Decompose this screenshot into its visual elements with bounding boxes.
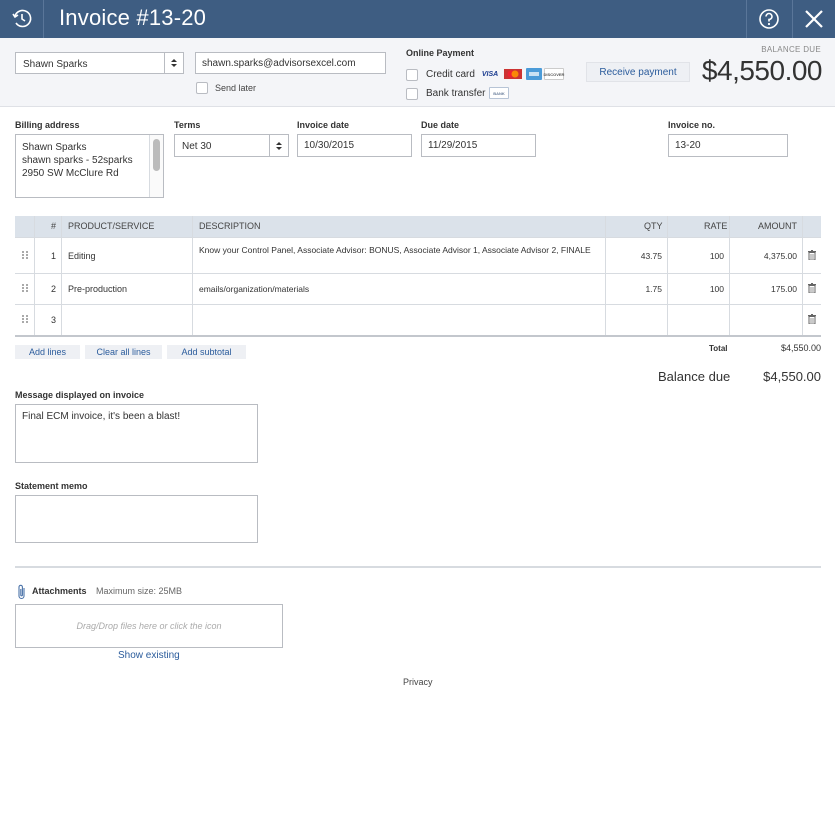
- send-later-label: Send later: [215, 83, 257, 93]
- show-existing-link[interactable]: Show existing: [118, 650, 180, 661]
- bank-transfer-checkbox[interactable]: [406, 88, 418, 100]
- history-clock-icon: [11, 9, 31, 28]
- address-scrollbar[interactable]: [149, 135, 163, 197]
- row-rate[interactable]: 100: [673, 251, 724, 261]
- row-product[interactable]: Pre-production: [68, 284, 127, 294]
- drag-handle-icon[interactable]: [22, 251, 29, 260]
- help-icon: [759, 9, 779, 29]
- address-line: Shawn Sparks: [22, 142, 87, 153]
- customer-select-arrow-icon[interactable]: [164, 53, 183, 73]
- statement-memo-label: Statement memo: [15, 481, 88, 491]
- drag-handle-icon[interactable]: [22, 315, 29, 324]
- close-icon: [805, 10, 823, 28]
- row-number: 1: [51, 251, 57, 261]
- visa-card-icon: VISA: [481, 70, 499, 78]
- balance-due-label: BALANCE DUE: [761, 45, 821, 54]
- attachments-label: Attachments: [32, 586, 87, 596]
- row-rate[interactable]: 100: [673, 284, 724, 294]
- balance-due-summary-label: Balance due: [658, 369, 731, 384]
- invoice-message-label: Message displayed on invoice: [15, 390, 145, 400]
- title-bar: Invoice #13-20: [0, 0, 835, 38]
- attachments-max-size: Maximum size: 25MB: [96, 586, 183, 596]
- delete-row-icon[interactable]: [808, 314, 816, 324]
- paperclip-icon[interactable]: [17, 584, 27, 600]
- row-description[interactable]: Know your Control Panel, Associate Advis…: [199, 244, 599, 256]
- invoice-no-field[interactable]: 13-20: [668, 134, 788, 157]
- col-rate-header: RATE: [704, 221, 728, 231]
- statement-memo-field[interactable]: [15, 495, 258, 543]
- row-description[interactable]: emails/organization/materials: [199, 284, 309, 294]
- credit-card-label: Credit card: [426, 69, 475, 80]
- customer-select[interactable]: Shawn Sparks: [15, 52, 184, 74]
- drag-handle-icon[interactable]: [22, 284, 29, 293]
- amex-card-icon: [526, 68, 542, 80]
- invoice-date-label: Invoice date: [297, 120, 350, 130]
- bank-transfer-label: Bank transfer: [426, 88, 486, 99]
- discover-card-icon: DISCOVER: [544, 68, 564, 80]
- row-qty[interactable]: 43.75: [611, 251, 662, 261]
- billing-address-label: Billing address: [15, 120, 80, 130]
- row-amount[interactable]: 175.00: [735, 284, 797, 294]
- invoice-no-label: Invoice no.: [668, 120, 716, 130]
- online-payment-label: Online Payment: [406, 48, 475, 58]
- terms-value: Net 30: [182, 141, 212, 152]
- invoice-message-field[interactable]: Final ECM invoice, it's been a blast!: [15, 404, 258, 463]
- row-number: 2: [51, 284, 57, 294]
- delete-row-icon[interactable]: [808, 283, 816, 293]
- close-button[interactable]: [792, 0, 835, 38]
- window-title: Invoice #13-20: [59, 5, 207, 30]
- terms-label: Terms: [174, 120, 201, 130]
- add-lines-button[interactable]: Add lines: [15, 345, 80, 359]
- due-date-field[interactable]: 11/29/2015: [421, 134, 536, 157]
- delete-row-icon[interactable]: [808, 250, 816, 260]
- terms-select[interactable]: Net 30: [174, 134, 289, 157]
- row-product[interactable]: Editing: [68, 251, 96, 261]
- mastercard-icon: [503, 68, 523, 80]
- total-label: Total: [709, 344, 728, 353]
- row-qty[interactable]: 1.75: [611, 284, 662, 294]
- address-line: shawn sparks - 52sparks: [22, 155, 133, 166]
- row-number: 3: [51, 315, 57, 325]
- billing-address-field[interactable]: Shawn Sparks shawn sparks - 52sparks 295…: [15, 134, 164, 198]
- balance-due-amount: $4,550.00: [701, 55, 823, 86]
- terms-select-arrow-icon[interactable]: [269, 135, 288, 156]
- customer-email-field[interactable]: shawn.sparks@advisorsexcel.com: [195, 52, 386, 74]
- send-later-checkbox[interactable]: [196, 82, 208, 94]
- add-subtotal-button[interactable]: Add subtotal: [167, 345, 246, 359]
- balance-due-summary-value: $4,550.00: [763, 369, 821, 384]
- attachment-dropzone[interactable]: Drag/Drop files here or click the icon: [15, 604, 283, 648]
- total-value: $4,550.00: [780, 343, 821, 353]
- bank-icon: BANK: [489, 87, 509, 99]
- section-divider: [15, 566, 821, 568]
- credit-card-checkbox[interactable]: [406, 69, 418, 81]
- recent-transactions-button[interactable]: [0, 0, 44, 38]
- receive-payment-button[interactable]: Receive payment: [586, 62, 690, 82]
- col-num-header: #: [51, 221, 57, 231]
- col-product-header: PRODUCT/SERVICE: [68, 221, 155, 231]
- customer-value: Shawn Sparks: [23, 59, 88, 70]
- help-button[interactable]: [746, 0, 791, 38]
- due-date-label: Due date: [421, 120, 460, 130]
- clear-all-lines-button[interactable]: Clear all lines: [85, 345, 162, 359]
- col-amount-header: AMOUNT: [758, 221, 797, 231]
- address-line: 2950 SW McClure Rd: [22, 168, 119, 179]
- privacy-link[interactable]: Privacy: [403, 677, 433, 687]
- col-qty-header: QTY: [644, 221, 663, 231]
- invoice-date-field[interactable]: 10/30/2015: [297, 134, 412, 157]
- row-amount[interactable]: 4,375.00: [735, 251, 797, 261]
- col-description-header: DESCRIPTION: [199, 221, 261, 231]
